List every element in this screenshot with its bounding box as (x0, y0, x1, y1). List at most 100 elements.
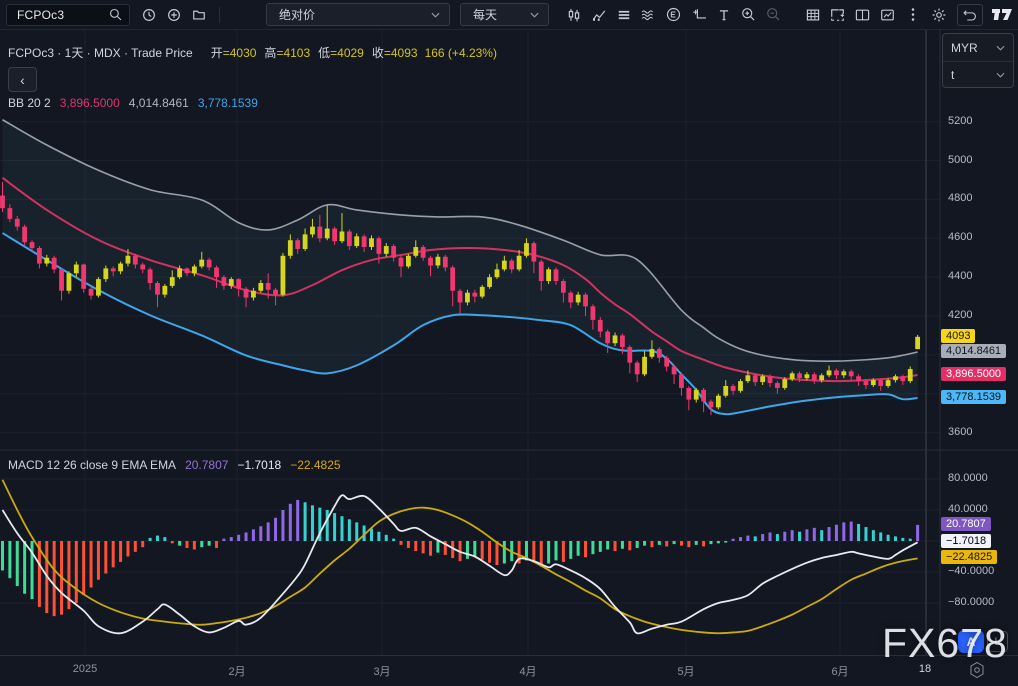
candle-body (598, 320, 603, 332)
candle-body (0, 196, 5, 209)
candle-body (428, 258, 433, 266)
search-icon (109, 8, 122, 21)
macd-histogram-bar (392, 539, 395, 541)
candle-body (288, 240, 293, 256)
candle-body (576, 295, 581, 303)
publish-chart-button[interactable] (875, 4, 900, 26)
compare-chart-icon (592, 8, 606, 22)
price-mode-dropdown[interactable]: 绝对价 (266, 3, 450, 26)
bb-indicator-legend[interactable]: BB 20 2 3,896.5000 4,014.8461 3,778.1539 (8, 96, 258, 110)
add-symbol-button[interactable] (161, 4, 186, 26)
macd-histogram-bar (628, 541, 631, 550)
candle-body (657, 349, 662, 358)
macd-histogram-bar (193, 541, 196, 550)
price-badge: 3,896.5000 (941, 367, 1006, 381)
zoom-in-icon (741, 7, 756, 22)
macd-histogram-bar (916, 525, 919, 541)
zoom-out-button[interactable] (761, 4, 786, 26)
zoom-out-icon (766, 7, 781, 22)
settings-button[interactable] (926, 4, 951, 26)
candle-body (81, 265, 86, 289)
candle-body (354, 236, 359, 246)
candle-body (701, 390, 706, 402)
macd-name: MACD 12 26 close 9 EMA EMA (8, 458, 176, 472)
price-axis-tick: 4800 (948, 192, 972, 204)
bb-name: BB 20 2 (8, 96, 51, 110)
chart-style-button[interactable] (561, 4, 586, 26)
chevron-down-icon (431, 12, 440, 18)
circle-e-icon (666, 7, 681, 22)
undo-button[interactable] (957, 4, 983, 26)
candle-body (819, 375, 824, 380)
indicators-button[interactable] (636, 4, 661, 26)
macd-histogram-bar (178, 541, 181, 546)
macd-histogram-bar (577, 541, 580, 556)
macd-indicator-legend[interactable]: MACD 12 26 close 9 EMA EMA 20.7807 −1.70… (8, 458, 341, 472)
candle-body (111, 268, 116, 271)
candle-body (864, 381, 869, 385)
zoom-in-button[interactable] (736, 4, 761, 26)
candle-body (362, 236, 367, 247)
candle-body (900, 376, 905, 381)
macd-histogram-bar (658, 541, 661, 545)
collapse-legend-button[interactable]: ‹ (8, 67, 37, 92)
symbol-search-input[interactable]: FCPOc3 (6, 4, 130, 26)
currency-dropdown[interactable]: MYR (943, 34, 1013, 61)
price-axis-tick: 5000 (948, 154, 972, 166)
candle-body (664, 358, 669, 367)
candle-body (199, 260, 204, 267)
macd-histogram-bar (422, 541, 425, 553)
macd-histogram-bar (289, 504, 292, 541)
main-legend[interactable]: FCPOc3 · 1天 · MDX · Trade Price 开=4030高=… (8, 44, 497, 61)
macd-histogram-bar (104, 541, 107, 574)
candle-body (686, 388, 691, 400)
price-badge: 4,014.8461 (941, 344, 1006, 358)
economy-button[interactable] (661, 4, 686, 26)
candle-body (812, 374, 817, 380)
candle-body (856, 376, 861, 381)
macd-histogram-bar (230, 537, 233, 541)
compare-button[interactable] (586, 4, 611, 26)
candle-body (568, 293, 573, 303)
layout-button[interactable] (850, 4, 875, 26)
candle-body (591, 306, 596, 320)
symbol-text: FCPOc3 (17, 8, 109, 22)
bar-replay-clock-button[interactable] (136, 4, 161, 26)
snapshot-button[interactable] (825, 4, 850, 26)
candle-body (805, 374, 810, 378)
macd-histogram-bar (864, 527, 867, 541)
macd-badge: 20.7807 (941, 517, 991, 531)
macd-histogram-bar (126, 541, 129, 557)
candle-body (67, 273, 72, 290)
candle-body (192, 266, 197, 273)
data-table-button[interactable] (800, 4, 825, 26)
unit-dropdown[interactable]: t (943, 61, 1013, 88)
candle-body (642, 357, 647, 374)
candle-body (347, 231, 352, 246)
candle-body (465, 293, 470, 303)
candle-body (797, 373, 802, 378)
candle-body (170, 277, 175, 286)
candle-body (317, 227, 322, 239)
macd-histogram-bar (304, 502, 307, 541)
macd-histogram-bar (805, 529, 808, 541)
candle-body (524, 243, 529, 256)
macd-histogram-bar (252, 529, 255, 541)
macd-histogram-bar (606, 541, 609, 550)
templates-button[interactable] (611, 4, 636, 26)
trading-app-window: FCPOc3 绝对价 每天 (0, 0, 1018, 686)
macd-histogram-bar (746, 536, 749, 541)
macd-histogram-bar (141, 541, 144, 547)
macd-histogram-bar (702, 541, 705, 546)
text-tool-button[interactable] (711, 4, 736, 26)
more-options-button[interactable] (900, 4, 925, 26)
candle-body (89, 289, 94, 296)
macd-histogram-bar (370, 529, 373, 541)
candle-body (841, 371, 846, 375)
tradingview-logo[interactable] (989, 4, 1014, 26)
macd-histogram-bar (495, 541, 498, 565)
open-folder-button[interactable] (186, 4, 211, 26)
interval-dropdown[interactable]: 每天 (460, 3, 549, 26)
forecast-button[interactable] (686, 4, 711, 26)
candle-body (273, 290, 278, 295)
